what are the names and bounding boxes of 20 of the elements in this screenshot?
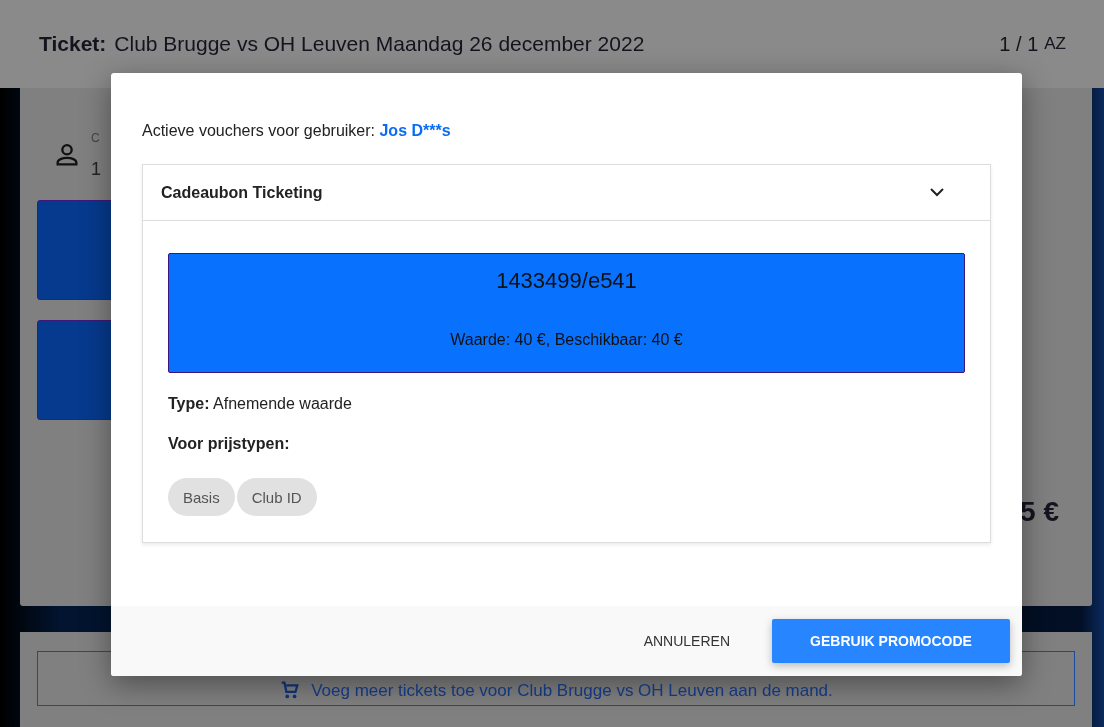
ticket-count: 1 / 1 — [999, 32, 1039, 56]
ticket-label: Ticket: — [39, 32, 107, 56]
add-tickets-text: Voeg meer tickets toe voor Club Brugge vs OH Leuven aan de mand. — [311, 681, 833, 701]
chevron-icon — [930, 188, 944, 197]
field-label: C — [91, 130, 101, 145]
field-value: 1 — [91, 158, 101, 180]
cart-icon — [279, 679, 302, 701]
voucher-code: 1433499/e541 — [496, 268, 637, 294]
total-price: 5 € — [1020, 496, 1059, 528]
use-promocode-button[interactable]: GEBRUIK PROMOCODE — [772, 619, 1010, 663]
price-types-label: Voor prijstypen: — [168, 435, 291, 453]
sort-button[interactable]: AZ — [1044, 34, 1066, 54]
accordion-header[interactable]: Cadeaubon Ticketing — [143, 165, 990, 221]
user-link[interactable]: Jos D***s — [379, 122, 451, 139]
price-type-chip: Club ID — [236, 478, 317, 516]
voucher-amounts: Waarde: 40 €, Beschikbaar: 40 € — [450, 331, 683, 349]
voucher-type: Type: Afnemende waarde — [168, 395, 353, 413]
price-type-chip: Basis — [168, 478, 235, 516]
dialog-intro: Actieve vouchers voor gebruiker: Jos D***s — [142, 122, 452, 140]
ticket-title: Club Brugge vs OH Leuven Maandag 26 december 2022 — [114, 32, 645, 56]
